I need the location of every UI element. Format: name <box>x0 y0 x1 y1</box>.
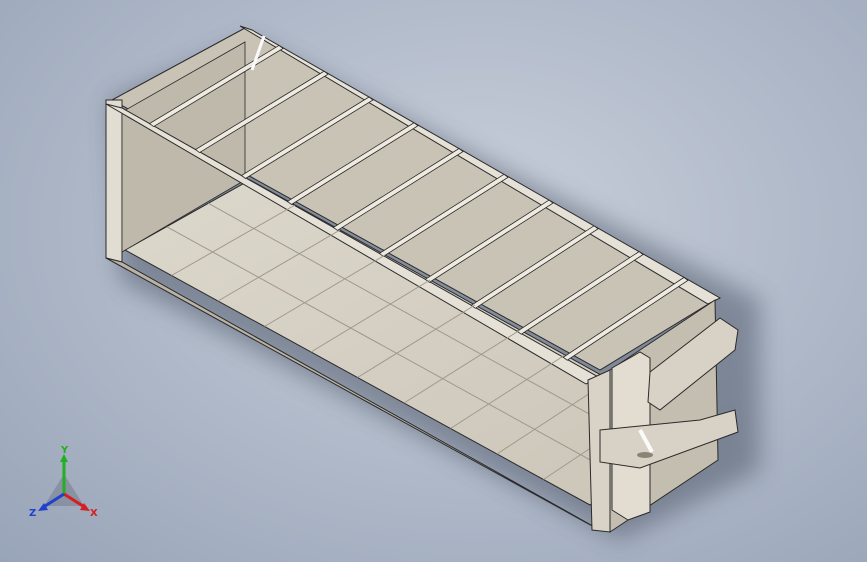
z-axis-label: Z <box>29 508 36 519</box>
coordinate-triad: Y X Z <box>29 446 98 519</box>
pin-hole <box>637 452 653 458</box>
left-end-frame <box>105 99 123 263</box>
y-axis-label: Y <box>60 446 69 456</box>
x-axis-label: X <box>90 508 98 519</box>
graphics-viewport[interactable]: Y X Z <box>0 0 867 562</box>
3d-model-view[interactable] <box>0 0 867 562</box>
